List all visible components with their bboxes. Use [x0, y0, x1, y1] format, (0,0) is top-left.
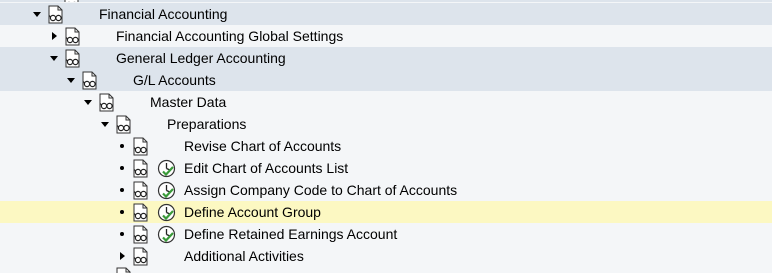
tree-row-define-retained-earnings[interactable]: Define Retained Earnings Account — [0, 223, 772, 245]
tree-row-general-ledger-accounting[interactable]: General Ledger Accounting — [0, 47, 772, 69]
tree-row-master-data[interactable]: Master Data — [0, 91, 772, 113]
leaf-bullet-icon — [116, 140, 128, 152]
clock-execute-icon[interactable] — [157, 225, 176, 244]
leaf-bullet-icon — [116, 206, 128, 218]
document-glasses-icon[interactable] — [131, 203, 149, 222]
tree-row-fa-global-settings[interactable]: Financial Accounting Global Settings — [0, 25, 772, 47]
clock-execute-icon[interactable] — [157, 203, 176, 222]
tree-label[interactable]: Define Account Group — [184, 204, 321, 220]
tree-row-additional-activities[interactable]: Additional Activities — [0, 245, 772, 267]
tree-row-gl-accounts[interactable]: G/L Accounts — [0, 69, 772, 91]
collapse-triangle-icon[interactable] — [65, 74, 77, 86]
document-glasses-icon — [114, 115, 132, 134]
implementation-guide-tree: Financial Accounting Financial Accountin… — [0, 0, 772, 273]
document-glasses-icon — [63, 27, 81, 46]
document-glasses-icon — [114, 267, 132, 273]
tree-label[interactable]: General Ledger Accounting — [116, 50, 286, 66]
document-glasses-icon[interactable] — [131, 225, 149, 244]
collapse-triangle-icon[interactable] — [31, 8, 43, 20]
leaf-bullet-icon — [116, 184, 128, 196]
document-glasses-icon — [97, 93, 115, 112]
tree-row-preparations[interactable]: Preparations — [0, 113, 772, 135]
tree-label[interactable]: Financial Accounting — [99, 6, 227, 22]
tree-row-edit-chart-list[interactable]: Edit Chart of Accounts List — [0, 157, 772, 179]
document-glasses-icon — [46, 5, 64, 24]
document-glasses-icon[interactable] — [131, 159, 149, 178]
clock-execute-icon[interactable] — [157, 181, 176, 200]
collapse-triangle-icon[interactable] — [82, 96, 94, 108]
tree-row-revise-chart[interactable]: Revise Chart of Accounts — [0, 135, 772, 157]
tree-label[interactable]: G/L Accounts — [133, 72, 216, 88]
tree-label[interactable]: Preparations — [167, 116, 246, 132]
document-glasses-icon[interactable] — [131, 181, 149, 200]
tree-row-define-account-group[interactable]: Define Account Group — [0, 201, 772, 223]
collapse-triangle-icon[interactable] — [99, 118, 111, 130]
document-glasses-icon — [62, 0, 80, 2]
expand-triangle-icon[interactable] — [48, 30, 60, 42]
tree-label[interactable]: Define Retained Earnings Account — [184, 226, 397, 242]
tree-label[interactable]: Master Data — [150, 94, 226, 110]
tree-label[interactable]: Edit Chart of Accounts List — [184, 160, 348, 176]
expand-triangle-icon[interactable] — [116, 250, 128, 262]
tree-row-assign-company-code[interactable]: Assign Company Code to Chart of Accounts — [0, 179, 772, 201]
tree-row-partial-top — [0, 0, 772, 2]
tree-label[interactable]: Assign Company Code to Chart of Accounts — [184, 182, 457, 198]
tree-label[interactable]: Additional Activities — [184, 248, 304, 264]
collapse-triangle-icon[interactable] — [48, 52, 60, 64]
document-glasses-icon — [63, 49, 81, 68]
tree-label[interactable]: Financial Accounting Global Settings — [116, 28, 343, 44]
tree-label[interactable]: Revise Chart of Accounts — [184, 138, 341, 154]
leaf-bullet-icon — [116, 162, 128, 174]
tree-row-financial-accounting[interactable]: Financial Accounting — [0, 3, 772, 25]
tree-row-partial-bottom — [0, 267, 772, 273]
clock-execute-icon[interactable] — [157, 159, 176, 178]
document-glasses-icon — [80, 71, 98, 90]
document-glasses-icon[interactable] — [131, 137, 149, 156]
leaf-bullet-icon — [116, 228, 128, 240]
document-glasses-icon — [131, 247, 149, 266]
